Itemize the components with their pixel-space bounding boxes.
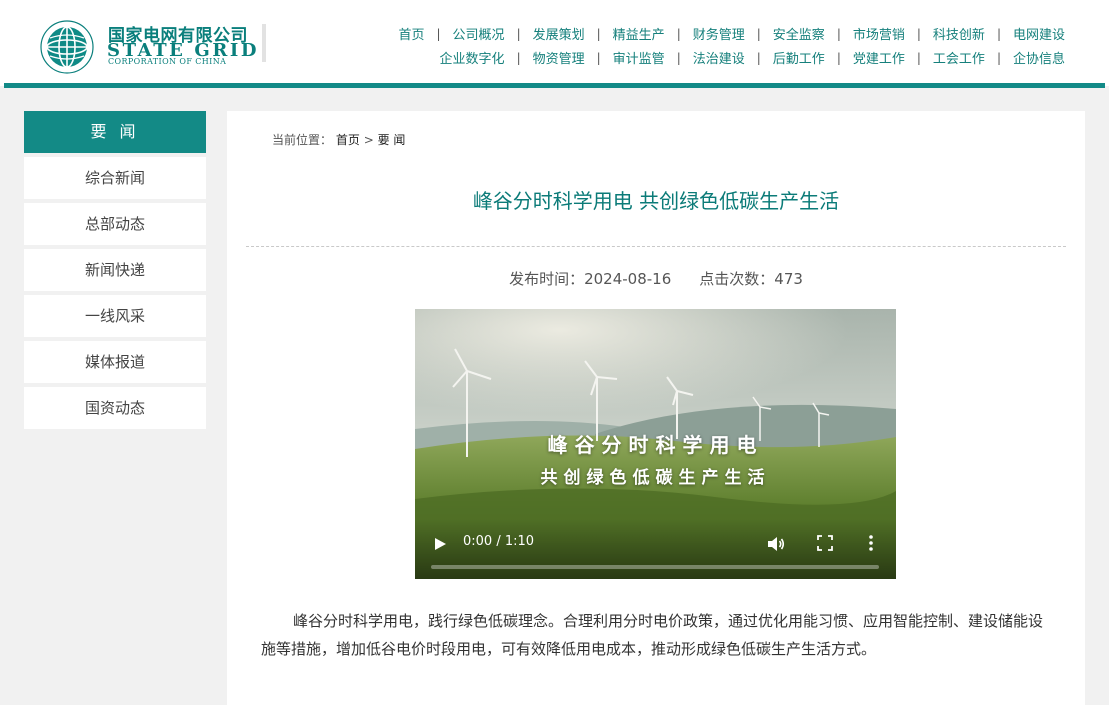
publish-date: 2024-08-16 — [584, 270, 672, 288]
nav-item-union[interactable]: 工会工作 — [933, 48, 985, 67]
nav-separator: | — [676, 26, 681, 41]
main-nav-row-1: 首页 | 公司概况 | 发展策划 | 精益生产 | 财务管理 | 安全监察 | … — [398, 24, 1065, 44]
main-nav-row-2: 企业数字化 | 物资管理 | 审计监管 | 法治建设 | 后勤工作 | 党建工作… — [440, 48, 1065, 68]
nav-item-party-building[interactable]: 党建工作 — [853, 48, 905, 67]
nav-item-company-overview[interactable]: 公司概况 — [453, 24, 505, 43]
nav-separator: | — [916, 50, 921, 65]
site-header: 国家电网有限公司 STATE GRID CORPORATION OF CHINA… — [0, 0, 1109, 88]
sidebar-item-sasac-updates[interactable]: 国资动态 — [24, 387, 206, 429]
nav-separator: | — [836, 26, 841, 41]
nav-separator: | — [596, 50, 601, 65]
article-panel: 当前位置： 首页 > 要 闻 峰谷分时科学用电 共创绿色低碳生产生活 发布时间：… — [227, 111, 1085, 705]
sidebar-item-news-express[interactable]: 新闻快递 — [24, 249, 206, 291]
nav-item-legal[interactable]: 法治建设 — [693, 48, 745, 67]
nav-separator: | — [916, 26, 921, 41]
nav-separator: | — [756, 50, 761, 65]
nav-separator: | — [996, 50, 1001, 65]
nav-item-home[interactable]: 首页 — [398, 24, 424, 43]
nav-item-technology[interactable]: 科技创新 — [933, 24, 985, 43]
title-divider — [246, 246, 1066, 247]
video-overlay-subtitle: 共创绿色低碳生产生活 — [540, 468, 771, 488]
article-body: 峰谷分时科学用电，践行绿色低碳理念。合理利用分时电价政策，通过优化用能习惯、应用… — [261, 612, 1044, 658]
nav-item-audit[interactable]: 审计监管 — [613, 48, 665, 67]
nav-item-grid-construction[interactable]: 电网建设 — [1013, 24, 1065, 43]
nav-separator: | — [676, 50, 681, 65]
more-options-icon[interactable] — [865, 533, 877, 553]
nav-separator: | — [756, 26, 761, 41]
breadcrumb-home-link[interactable]: 首页 — [336, 133, 360, 147]
article-meta: 发布时间：2024-08-16 点击次数：473 — [227, 268, 1085, 289]
nav-item-lean-production[interactable]: 精益生产 — [613, 24, 665, 43]
nav-separator: | — [996, 26, 1001, 41]
breadcrumb-separator: > — [363, 133, 374, 147]
play-icon[interactable] — [433, 537, 447, 551]
views-label: 点击次数： — [699, 270, 775, 288]
video-time: 0:00 / 1:10 — [463, 534, 535, 549]
article-title: 峰谷分时科学用电 共创绿色低碳生产生活 — [472, 189, 840, 213]
nav-item-digitalization[interactable]: 企业数字化 — [440, 48, 505, 67]
nav-item-safety[interactable]: 安全监察 — [773, 24, 825, 43]
sidebar: 要 闻 综合新闻 总部动态 新闻快递 一线风采 媒体报道 国资动态 — [24, 111, 206, 429]
publish-label: 发布时间： — [509, 270, 585, 288]
nav-separator: | — [596, 26, 601, 41]
nav-separator: | — [516, 26, 521, 41]
nav-separator: | — [836, 50, 841, 65]
breadcrumb: 当前位置： 首页 > 要 闻 — [272, 131, 405, 148]
sidebar-item-frontline[interactable]: 一线风采 — [24, 295, 206, 337]
fullscreen-icon[interactable] — [817, 535, 833, 551]
views-count: 473 — [774, 270, 803, 288]
brand-name-en-sub: CORPORATION OF CHINA — [108, 57, 227, 66]
video-player[interactable]: 峰谷分时科学用电 共创绿色低碳生产生活 0:00 / 1:10 — [415, 309, 896, 579]
breadcrumb-current-link[interactable]: 要 闻 — [378, 133, 406, 147]
header-accent-bar — [4, 83, 1105, 88]
video-controls: 0:00 / 1:10 — [415, 519, 896, 579]
video-progress-bar[interactable] — [431, 565, 879, 569]
nav-item-development-planning[interactable]: 发展策划 — [533, 24, 585, 43]
video-overlay-title: 峰谷分时科学用电 — [547, 433, 764, 457]
nav-item-enterprise-association[interactable]: 企协信息 — [1013, 48, 1065, 67]
nav-item-logistics[interactable]: 后勤工作 — [773, 48, 825, 67]
nav-item-materials[interactable]: 物资管理 — [533, 48, 585, 67]
sidebar-item-media-reports[interactable]: 媒体报道 — [24, 341, 206, 383]
nav-separator: | — [516, 50, 521, 65]
sidebar-item-general-news[interactable]: 综合新闻 — [24, 157, 206, 199]
volume-icon[interactable] — [767, 535, 785, 553]
sidebar-heading[interactable]: 要 闻 — [24, 111, 206, 153]
nav-item-finance[interactable]: 财务管理 — [693, 24, 745, 43]
nav-item-marketing[interactable]: 市场营销 — [853, 24, 905, 43]
sidebar-item-hq-updates[interactable]: 总部动态 — [24, 203, 206, 245]
breadcrumb-label: 当前位置： — [272, 133, 333, 147]
state-grid-logo-icon[interactable] — [40, 20, 94, 74]
header-divider — [262, 24, 266, 62]
nav-separator: | — [436, 26, 441, 41]
